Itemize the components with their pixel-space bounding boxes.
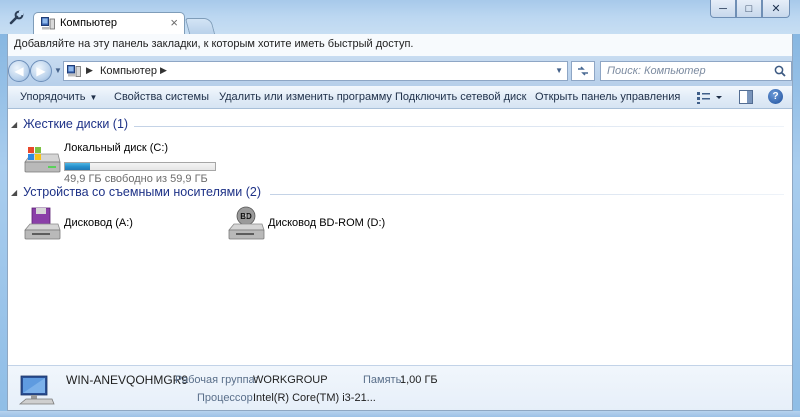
group-divider	[134, 126, 784, 127]
drive-label: Локальный диск (C:)	[64, 142, 169, 154]
uninstall-program-button[interactable]: Удалить или изменить программу	[219, 91, 392, 103]
group-title: Жесткие диски (1)	[23, 117, 129, 131]
memory-label: Память:	[363, 374, 405, 386]
workgroup-value: WORKGROUP	[253, 374, 328, 386]
collapse-triangle-icon[interactable]: ◢	[11, 120, 17, 129]
bd-rom-drive-icon: BD	[228, 206, 265, 240]
workgroup-label: Рабочая группа:	[175, 374, 258, 386]
address-dropdown-icon[interactable]: ▼	[555, 66, 563, 75]
system-properties-button[interactable]: Свойства системы	[114, 91, 209, 103]
address-bar[interactable]: ▶ Компьютер ▶ ▼	[63, 61, 568, 81]
open-control-panel-button[interactable]: Открыть панель управления	[535, 91, 680, 103]
computer-icon	[67, 65, 81, 77]
bookmark-bar-hint: Добавляйте на эту панель закладки, к кот…	[14, 38, 414, 50]
refresh-button[interactable]	[571, 61, 595, 81]
help-icon[interactable]: ?	[768, 89, 783, 104]
floppy-drive-icon	[24, 207, 61, 240]
control-panel-label: Открыть панель управления	[535, 91, 681, 103]
drive-bdrom-d[interactable]: BD Дисковод BD-ROM (D:)	[226, 206, 406, 242]
bd-badge: BD	[240, 212, 252, 221]
change-view-icon[interactable]	[696, 90, 724, 105]
content-area: ◢ Жесткие диски (1) Локальный диск (C:) 4…	[8, 110, 792, 365]
minimize-button[interactable]: ─	[710, 0, 736, 18]
uninstall-label: Удалить или изменить программу	[219, 91, 392, 103]
computer-name: WIN-ANEVQOHMGR9	[66, 373, 189, 387]
breadcrumb-chevron-icon[interactable]: ▶	[86, 65, 93, 76]
window-controls: ─ □ ✕	[710, 0, 790, 18]
details-pane: WIN-ANEVQOHMGR9 Рабочая группа: WORKGROU…	[8, 365, 792, 410]
drive-floppy-a[interactable]: Дисковод (A:)	[22, 206, 182, 242]
browser-titlebar: Компьютер × ─ □ ✕	[0, 0, 800, 34]
drive-local-c[interactable]: Локальный диск (C:) 49,9 ГБ свободно из …	[22, 142, 242, 186]
cpu-label: Процессор:	[197, 392, 256, 404]
memory-value: 1,00 ГБ	[400, 374, 438, 386]
window-bottom-frame	[0, 411, 800, 417]
search-icon[interactable]	[774, 65, 786, 77]
group-title: Устройства со съемными носителями (2)	[23, 185, 261, 199]
new-tab-button[interactable]	[184, 18, 216, 34]
wrench-icon[interactable]	[8, 10, 24, 26]
search-placeholder: Поиск: Компьютер	[607, 65, 706, 77]
drive-label: Дисковод BD-ROM (D:)	[268, 217, 386, 229]
address-row: ◀ ▶ ▼ ▶ Компьютер ▶ ▼ Поиск: Компьютер	[8, 56, 792, 86]
group-divider	[270, 194, 784, 195]
hard-drive-icon	[24, 147, 61, 173]
drive-free-space: 49,9 ГБ свободно из 59,9 ГБ	[64, 173, 208, 185]
refresh-icon	[578, 66, 588, 76]
chevron-down-icon: ▼	[89, 93, 98, 102]
system-properties-label: Свойства системы	[114, 91, 210, 103]
preview-pane-button[interactable]	[739, 90, 753, 104]
collapse-triangle-icon[interactable]: ◢	[11, 188, 17, 197]
map-network-drive-button[interactable]: Подключить сетевой диск	[395, 91, 526, 103]
close-button[interactable]: ✕	[762, 0, 790, 18]
breadcrumb-computer[interactable]: Компьютер	[100, 65, 157, 77]
search-input[interactable]: Поиск: Компьютер	[600, 61, 792, 81]
computer-icon	[18, 375, 55, 405]
computer-icon	[41, 17, 55, 30]
map-drive-label: Подключить сетевой диск	[395, 91, 527, 103]
forward-button[interactable]: ▶	[30, 60, 52, 82]
disk-usage-bar	[64, 162, 216, 171]
breadcrumb-chevron-icon[interactable]: ▶	[160, 65, 167, 76]
explorer-window: ◀ ▶ ▼ ▶ Компьютер ▶ ▼ Поиск: Компьютер У…	[7, 56, 793, 411]
tab-title: Компьютер	[60, 17, 117, 29]
bookmark-bar: Добавляйте на эту панель закладки, к кот…	[7, 34, 793, 56]
organize-label: Упорядочить	[20, 91, 86, 103]
maximize-button[interactable]: □	[736, 0, 762, 18]
command-bar: Упорядочить ▼ Свойства системы Удалить ил…	[8, 86, 792, 109]
organize-button[interactable]: Упорядочить ▼	[20, 91, 97, 103]
tab-close-icon[interactable]: ×	[170, 15, 178, 30]
drive-label: Дисковод (A:)	[64, 217, 133, 229]
disk-usage-fill	[65, 163, 91, 170]
browser-tab-computer[interactable]: Компьютер ×	[33, 12, 185, 34]
recent-pages-chevron-icon[interactable]: ▼	[54, 66, 62, 75]
cpu-value: Intel(R) Core(TM) i3-21...	[253, 392, 376, 404]
back-button[interactable]: ◀	[8, 60, 30, 82]
